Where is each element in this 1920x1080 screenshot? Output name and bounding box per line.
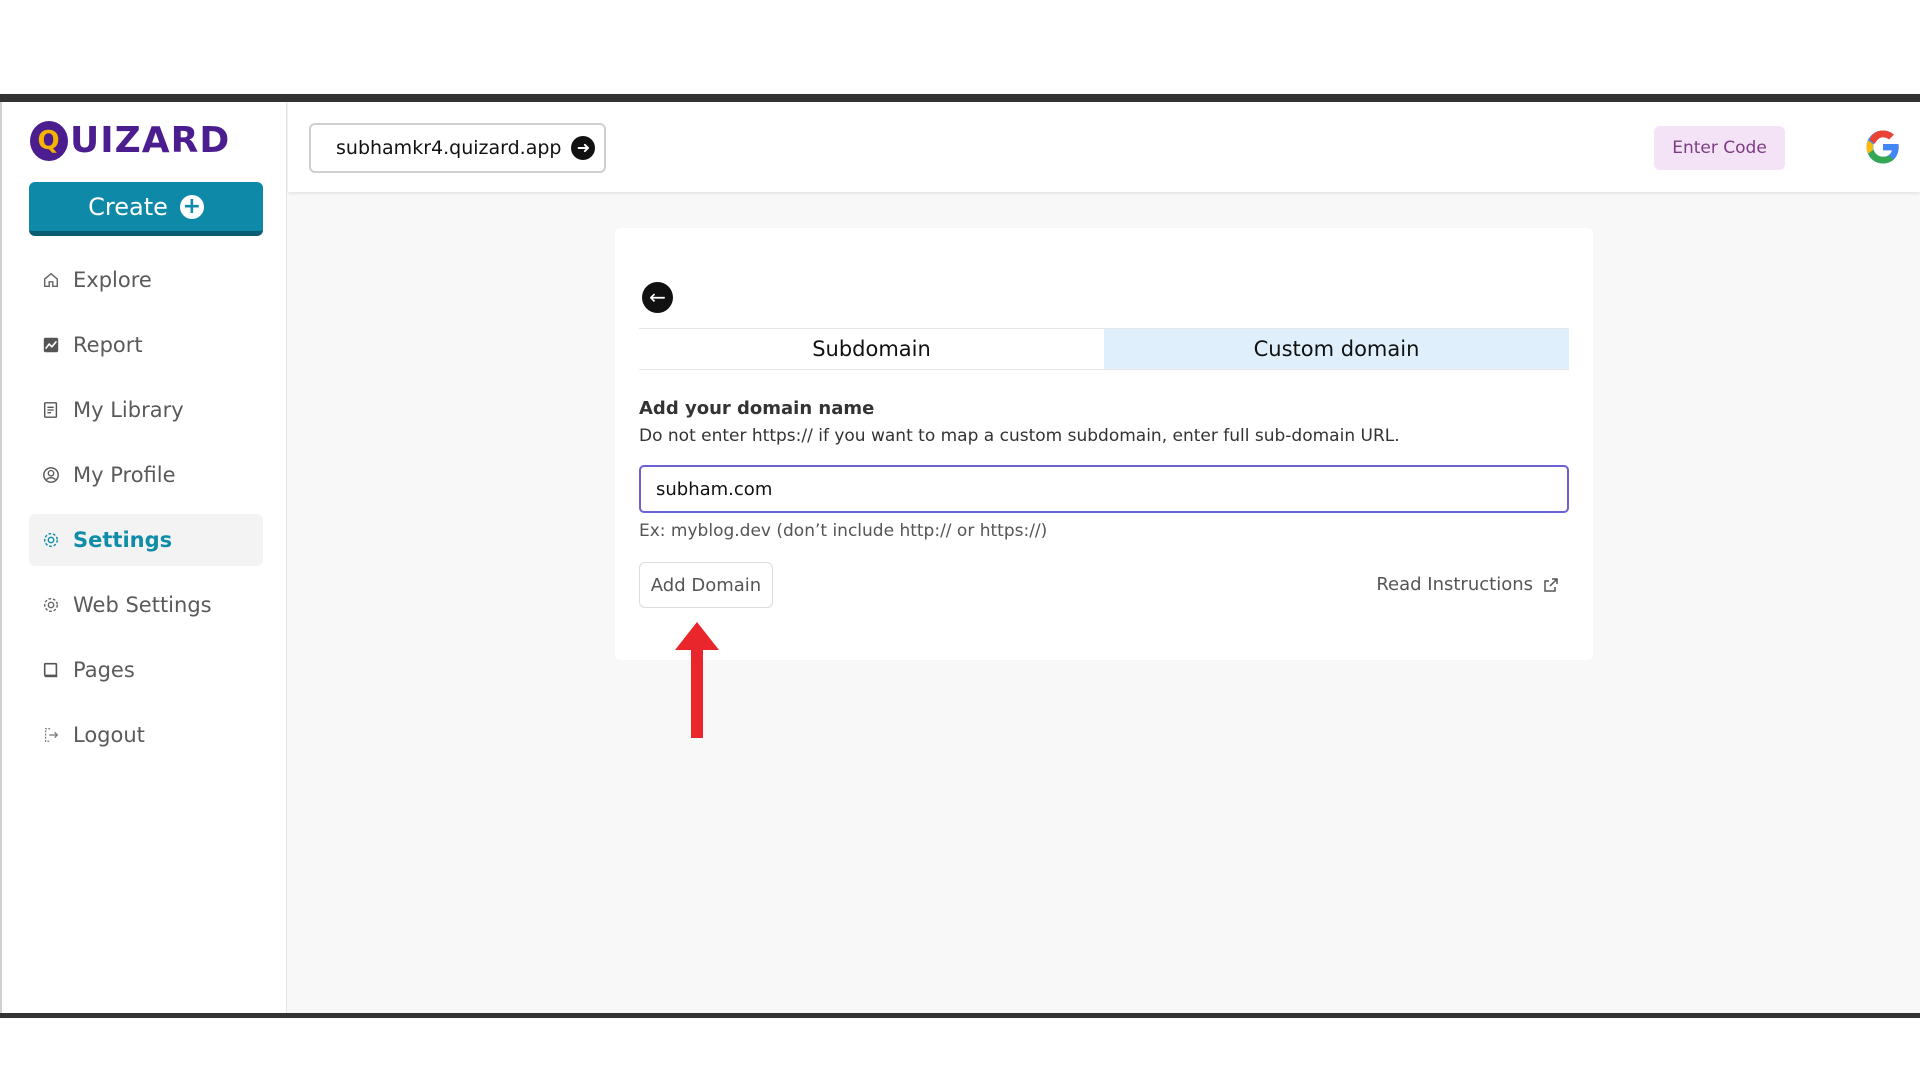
external-link-icon <box>1544 577 1558 592</box>
sidebar-item-label: Logout <box>73 723 145 747</box>
back-arrow-icon[interactable]: ← <box>642 282 673 313</box>
sidebar-item-report[interactable]: Report <box>29 319 263 371</box>
create-button-label: Create <box>88 192 168 221</box>
sidebar-item-logout[interactable]: Logout <box>29 709 263 761</box>
logo-q-mascot-icon: Q <box>30 120 68 161</box>
section-title: Add your domain name <box>639 398 875 419</box>
sidebar-item-explore[interactable]: Explore <box>29 254 263 306</box>
logo-text: UIZARD <box>70 120 231 161</box>
sidebar-item-label: Explore <box>73 268 152 292</box>
create-button[interactable]: Create + <box>29 182 263 236</box>
add-domain-button[interactable]: Add Domain <box>639 562 773 608</box>
sidebar: Q UIZARD Create + Explore Report My Libr… <box>0 102 287 1013</box>
site-domain-link[interactable]: subhamkr4.quizard.app ➜ <box>309 123 606 173</box>
sidebar-item-web-settings[interactable]: Web Settings <box>29 579 263 631</box>
tab-custom-domain[interactable]: Custom domain <box>1104 329 1569 369</box>
sidebar-item-label: Web Settings <box>73 593 212 617</box>
google-icon[interactable] <box>1865 129 1901 165</box>
sidebar-item-my-profile[interactable]: My Profile <box>29 449 263 501</box>
app-root: Q UIZARD Create + Explore Report My Libr… <box>0 102 1920 1013</box>
tab-subdomain[interactable]: Subdomain <box>639 329 1104 369</box>
sidebar-item-my-library[interactable]: My Library <box>29 384 263 436</box>
chart-icon <box>41 335 61 355</box>
pages-icon <box>41 660 61 680</box>
sidebar-item-label: My Library <box>73 398 184 422</box>
gear-icon <box>41 595 61 615</box>
section-description: Do not enter https:// if you want to map… <box>639 426 1400 446</box>
read-instructions-label: Read Instructions <box>1376 574 1533 595</box>
gear-icon <box>41 530 61 550</box>
sidebar-item-label: Settings <box>73 528 173 552</box>
domain-tabs: Subdomain Custom domain <box>639 328 1569 370</box>
sidebar-item-pages[interactable]: Pages <box>29 644 263 696</box>
sidebar-item-label: Pages <box>73 658 135 682</box>
arrow-right-circle-icon: ➜ <box>571 136 596 160</box>
sidebar-item-label: Report <box>73 333 143 357</box>
home-icon <box>41 270 61 290</box>
sidebar-nav: Explore Report My Library My Profile Set… <box>29 254 263 774</box>
library-icon <box>41 400 61 420</box>
quizard-logo[interactable]: Q UIZARD <box>30 120 230 161</box>
logout-icon <box>41 725 61 745</box>
sidebar-item-label: My Profile <box>73 463 176 487</box>
top-header: subhamkr4.quizard.app ➜ Enter Code <box>288 102 1920 192</box>
window-top-border <box>0 94 1920 102</box>
sidebar-item-settings[interactable]: Settings <box>29 514 263 566</box>
site-domain-text: subhamkr4.quizard.app <box>336 137 562 159</box>
domain-name-input[interactable] <box>639 465 1569 513</box>
annotation-arrow-icon <box>675 622 719 738</box>
plus-circle-icon: + <box>179 194 204 219</box>
custom-domain-card: ← Subdomain Custom domain Add your domai… <box>615 228 1593 660</box>
domain-hint-text: Ex: myblog.dev (don’t include http:// or… <box>639 521 1048 541</box>
read-instructions-link[interactable]: Read Instructions <box>1376 574 1559 595</box>
user-circle-icon <box>41 465 61 485</box>
enter-code-button[interactable]: Enter Code <box>1654 126 1785 170</box>
window-bottom-border <box>0 1013 1920 1018</box>
